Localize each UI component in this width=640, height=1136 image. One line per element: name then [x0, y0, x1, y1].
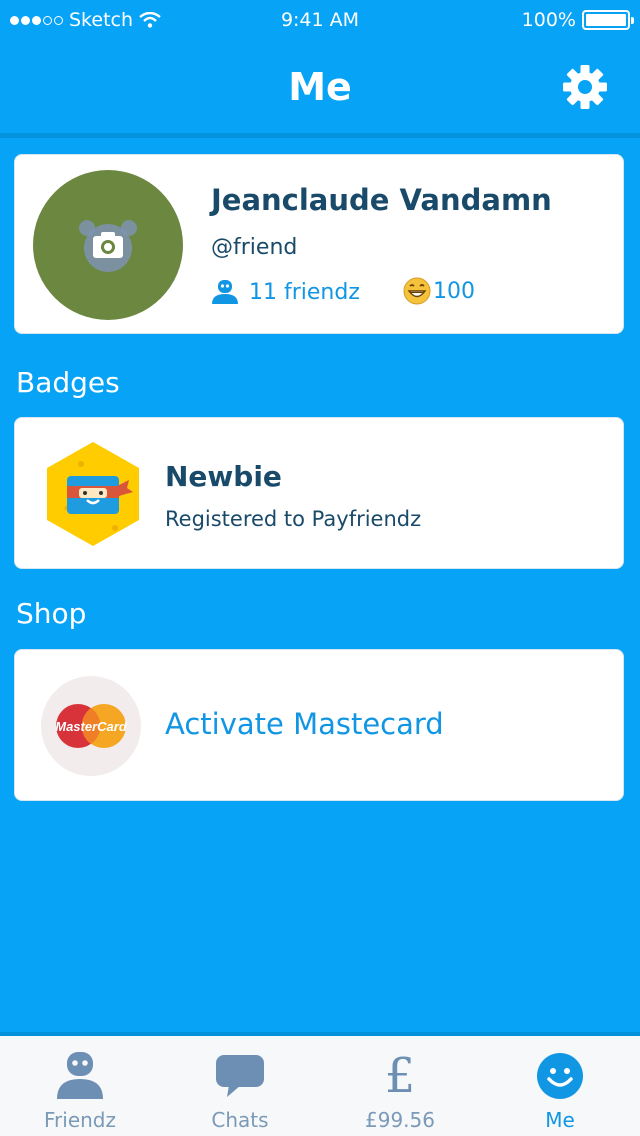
- battery-icon: [582, 10, 634, 30]
- tab-balance[interactable]: £ £99.56: [320, 1036, 480, 1136]
- badges-section-title: Badges: [16, 366, 120, 399]
- friends-count: 11 friendz: [249, 279, 360, 305]
- tab-me[interactable]: Me: [480, 1036, 640, 1136]
- tab-label: Me: [545, 1108, 575, 1132]
- mastercard-logo: MasterCard: [41, 676, 141, 776]
- tab-chats[interactable]: Chats: [160, 1036, 320, 1136]
- mastercard-logo-text: MasterCard: [55, 719, 128, 734]
- coins-balance: 100: [403, 277, 475, 305]
- tab-label: Chats: [211, 1108, 269, 1132]
- status-bar: Sketch 9:41 AM 100%: [0, 0, 640, 40]
- mastercard-icon: MasterCard: [55, 704, 128, 748]
- tab-bar: Friendz Chats £ £99.56 Me: [0, 1032, 640, 1136]
- page-title: Me: [288, 64, 352, 109]
- battery-percent: 100%: [521, 9, 576, 31]
- badge-card-newbie[interactable]: Newbie Registered to Payfriendz: [14, 417, 624, 569]
- ninja-badge-icon: [47, 442, 139, 546]
- pound-icon: £: [374, 1050, 426, 1102]
- camera-placeholder-icon: [79, 220, 137, 272]
- profile-handle: @friend: [211, 235, 298, 260]
- coins-value: 100: [433, 278, 475, 304]
- chat-bubble-icon: [214, 1050, 266, 1102]
- settings-button[interactable]: [562, 64, 608, 110]
- status-left: Sketch: [10, 9, 161, 31]
- wifi-icon: [139, 12, 161, 28]
- signal-strength-icon: [10, 15, 63, 25]
- tab-label: Friendz: [43, 1108, 116, 1132]
- friends-count-link[interactable]: 11 friendz: [211, 279, 360, 305]
- smiley-icon: [534, 1050, 586, 1102]
- avatar[interactable]: [33, 170, 183, 320]
- grinning-face-icon: [403, 277, 431, 305]
- friendz-icon: [54, 1050, 106, 1102]
- carrier-name: Sketch: [69, 9, 134, 31]
- navigation-bar: Me: [0, 40, 640, 138]
- tab-label: £99.56: [365, 1108, 435, 1132]
- activate-mastercard-card[interactable]: MasterCard Activate Mastecard: [14, 649, 624, 801]
- status-right: 100%: [521, 9, 634, 31]
- badge-description: Registered to Payfriendz: [165, 507, 422, 531]
- pound-symbol: £: [384, 1048, 416, 1104]
- gear-icon: [563, 65, 607, 109]
- shop-section-title: Shop: [16, 597, 87, 630]
- profile-card[interactable]: Jeanclaude Vandamn @friend 11 friendz 10…: [14, 154, 624, 334]
- activate-mastercard-link[interactable]: Activate Mastecard: [165, 707, 444, 741]
- badge-title: Newbie: [165, 460, 282, 493]
- person-icon: [212, 280, 238, 304]
- profile-name: Jeanclaude Vandamn: [211, 183, 552, 217]
- tab-friendz[interactable]: Friendz: [0, 1036, 160, 1136]
